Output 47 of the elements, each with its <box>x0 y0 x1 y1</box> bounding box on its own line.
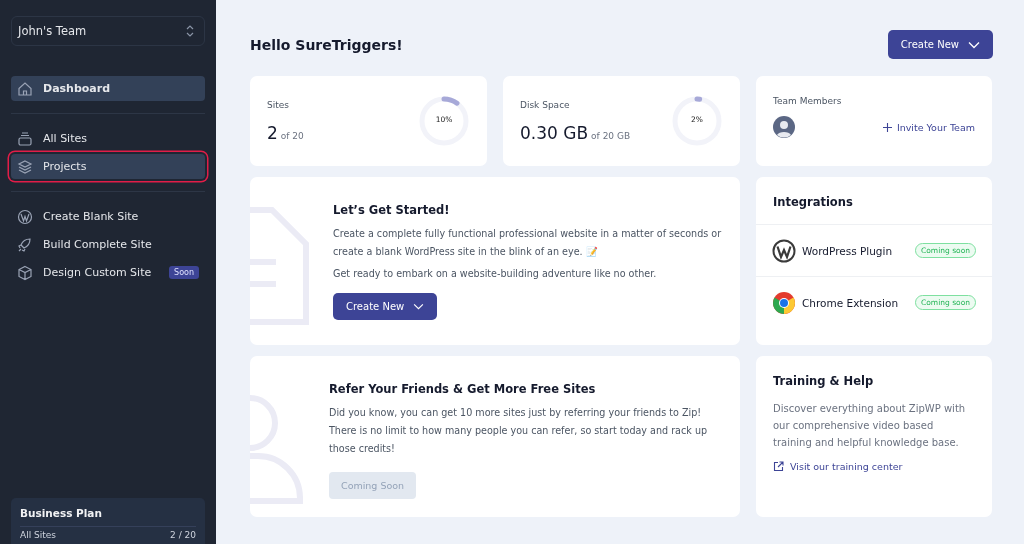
card-title: Refer Your Friends & Get More Free Sites <box>329 382 597 396</box>
nav-item[interactable]: Create Blank Site <box>11 204 205 229</box>
stat-value: 2 <box>267 122 278 143</box>
soon-badge: Soon <box>169 266 199 279</box>
card-text: Discover everything about ZipWP with our comprehensive video based training and helpful knowledge base. <box>773 402 967 450</box>
rocket-icon <box>17 236 33 253</box>
layers-icon <box>17 158 33 175</box>
caret-icon <box>413 303 425 310</box>
wordpress-icon <box>772 238 796 263</box>
card-text: Get ready to embark on a website-building adventure like no other. <box>333 267 658 281</box>
stat-suffix: of 20 GB <box>591 130 631 141</box>
chevron-updown-icon <box>186 25 194 37</box>
create-new-button[interactable]: Create New <box>333 293 438 320</box>
external-link-icon <box>773 461 784 472</box>
avatar-icon <box>773 116 795 138</box>
card-text: Create a complete fully functional professional website in a matter of seconds or create a blank WordPress site in the blink of an eye. 📝 <box>333 227 723 259</box>
caret-icon <box>968 40 980 49</box>
nav-item[interactable]: Design Custom Site Soon <box>11 260 205 285</box>
stat-suffix: of 20 <box>280 130 304 141</box>
nav-item[interactable]: Dashboard <box>11 76 205 101</box>
stat-label: Disk Space <box>520 99 571 110</box>
stat-value: 0.30 GB <box>520 122 589 143</box>
card-text: Did you know, you can get 10 more sites just by referring your friends to Zip! There is no limit to how many people you can refer, so start today and rack up those credits! <box>329 406 709 456</box>
invite-link[interactable]: Invite Your Team <box>882 121 975 133</box>
wordpress-icon <box>17 208 33 225</box>
plus-icon <box>882 122 892 132</box>
card-title: Let’s Get Started! <box>333 203 451 217</box>
tray-icon <box>17 130 33 147</box>
chrome-icon <box>772 290 796 315</box>
nav-item[interactable]: All Sites <box>11 126 205 151</box>
card-title: Integrations <box>756 177 992 225</box>
training-link[interactable]: Visit our training center <box>773 461 975 472</box>
plan-title: Business Plan <box>20 507 196 527</box>
plan-row-label: All Sites <box>20 530 56 540</box>
home-icon <box>17 80 33 97</box>
nav-item[interactable]: Projects <box>11 154 205 179</box>
card-title: Training & Help <box>773 374 875 388</box>
integration-name: WordPress Plugin <box>802 244 894 257</box>
create-new-button[interactable]: Create New <box>887 30 993 59</box>
team-selector[interactable]: John's Team <box>11 16 205 46</box>
greeting-heading: Hello SureTriggers! <box>250 36 403 53</box>
cube-icon <box>17 264 33 281</box>
stat-label: Sites <box>267 99 290 110</box>
team-label: Team Members <box>773 96 843 106</box>
integration-name: Chrome Extension <box>802 296 900 309</box>
nav-item[interactable]: Build Complete Site <box>11 232 205 257</box>
plan-row-value: 2 / 20 <box>170 530 196 540</box>
